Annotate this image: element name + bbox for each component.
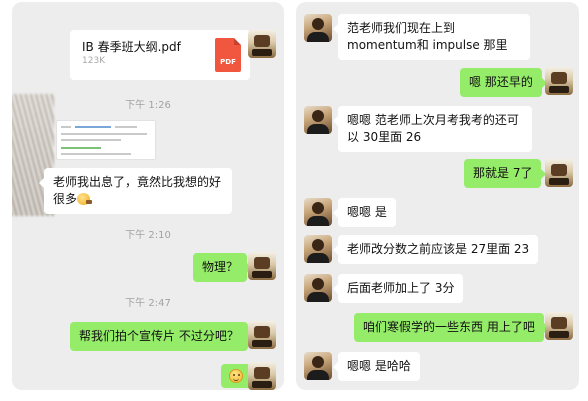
file-size: 123K: [82, 56, 106, 66]
message-bubble-incoming[interactable]: 老师改分数之前应该是 27里面 23: [332, 235, 539, 264]
message-text: 范老师我们现在上到 momentum和 impulse 那里: [347, 21, 508, 52]
message-bubble-incoming[interactable]: 范老师我们现在上到 momentum和 impulse 那里: [333, 14, 530, 60]
message-text: 嗯嗯 是: [347, 205, 387, 219]
file-name: IB 春季班大纲.pdf: [82, 40, 181, 54]
message-bubble-outgoing[interactable]: 那就是 7了: [464, 159, 547, 188]
message-text: 嗯 那还早的: [469, 75, 533, 89]
contact-avatar[interactable]: [304, 235, 332, 263]
contact-avatar[interactable]: [304, 274, 332, 302]
message-bubble-outgoing[interactable]: 帮我们拍个宣传片 不过分吧？: [70, 322, 253, 351]
timestamp: 下午 2:10: [125, 230, 171, 241]
message-text: 嗯嗯 范老师上次月考我考的还可以 30里面 26: [347, 113, 519, 144]
message-bubble-incoming[interactable]: 老师我出息了，竟然比我想的好很多: [39, 168, 232, 214]
contact-avatar[interactable]: [304, 106, 332, 134]
right-chat-panel: 范老师我们现在上到 momentum和 impulse 那里 嗯 那还早的 嗯嗯…: [296, 2, 579, 390]
face-emoji-icon: [77, 193, 93, 205]
contact-avatar[interactable]: [304, 14, 332, 42]
pdf-file-icon: PDF: [215, 38, 241, 72]
message-text: 嗯嗯 是哈哈: [347, 359, 411, 373]
message-bubble-outgoing[interactable]: 物理？: [193, 253, 253, 282]
smiley-emoji-icon: [229, 369, 243, 383]
left-chat-panel: IB 春季班大纲.pdf 123K PDF 下午 1:26 老师我出息了，竟然比…: [12, 2, 284, 390]
message-bubble-incoming[interactable]: 嗯嗯 是哈哈: [333, 352, 420, 381]
message-bubble-incoming[interactable]: 嗯嗯 范老师上次月考我考的还可以 30里面 26: [333, 106, 532, 152]
screenshot-thumbnail[interactable]: [56, 120, 156, 160]
message-text: 那就是 7了: [473, 166, 533, 180]
my-avatar[interactable]: [545, 67, 573, 95]
message-bubble-incoming[interactable]: 后面老师加上了 3分: [332, 274, 464, 303]
message-text: 后面老师加上了 3分: [347, 281, 455, 295]
my-avatar[interactable]: [248, 252, 276, 280]
timestamp: 下午 2:47: [125, 298, 171, 309]
my-avatar[interactable]: [248, 30, 276, 58]
message-bubble-outgoing[interactable]: 咱们寒假学的一些东西 用上了吧: [354, 313, 549, 342]
message-text: 帮我们拍个宣传片 不过分吧？: [79, 329, 239, 343]
my-avatar[interactable]: [545, 312, 573, 340]
message-bubble-outgoing[interactable]: 嗯 那还早的: [460, 68, 547, 97]
message-bubble-incoming[interactable]: 嗯嗯 是: [333, 198, 396, 227]
contact-avatar[interactable]: [304, 198, 332, 226]
message-text: 老师改分数之前应该是 27里面 23: [347, 242, 530, 256]
message-text: 咱们寒假学的一些东西 用上了吧: [363, 320, 535, 334]
message-text: 物理？: [202, 260, 239, 274]
my-avatar[interactable]: [248, 362, 276, 390]
emoji-message-outgoing[interactable]: [221, 364, 256, 388]
my-avatar[interactable]: [545, 159, 573, 187]
pdf-icon-label: PDF: [220, 58, 236, 66]
pdf-file-message[interactable]: IB 春季班大纲.pdf 123K PDF: [70, 30, 255, 80]
contact-avatar[interactable]: [304, 352, 332, 380]
my-avatar[interactable]: [248, 321, 276, 349]
